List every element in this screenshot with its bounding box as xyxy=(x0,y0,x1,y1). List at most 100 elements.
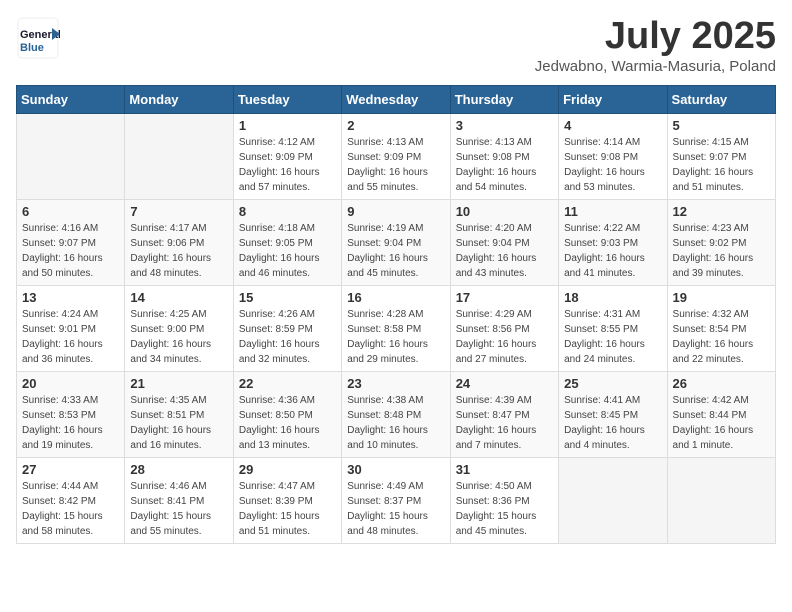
month-title: July 2025 xyxy=(535,16,776,58)
day-number: 27 xyxy=(22,462,119,477)
day-cell: 1Sunrise: 4:12 AM Sunset: 9:09 PM Daylig… xyxy=(233,113,341,199)
day-number: 21 xyxy=(130,376,227,391)
day-info: Sunrise: 4:35 AM Sunset: 8:51 PM Dayligh… xyxy=(130,393,227,453)
day-cell: 22 Sunrise: 4:36 AM Sunset: 8:50 PM Dayli… xyxy=(233,371,341,457)
day-number: 13 xyxy=(22,290,119,305)
day-number: 23 xyxy=(347,376,444,391)
day-cell: 5 Sunrise: 4:15 AM Sunset: 9:07 PM Daylig… xyxy=(667,113,775,199)
day-cell: 27 Sunrise: 4:44 AM Sunset: 8:42 PM Dayli… xyxy=(17,457,125,543)
day-cell xyxy=(559,457,667,543)
day-number: 28 xyxy=(130,462,227,477)
day-number: 24 xyxy=(456,376,553,391)
day-number: 7 xyxy=(130,204,227,219)
day-info: Sunrise: 4:39 AM Sunset: 8:47 PM Dayligh… xyxy=(456,393,553,453)
title-section: July 2025 Jedwabno, Warmia-Masuria, Pola… xyxy=(535,16,776,75)
day-number: 17 xyxy=(456,290,553,305)
day-cell: 17 Sunrise: 4:29 AM Sunset: 8:56 PM Dayli… xyxy=(450,285,558,371)
day-info: Sunrise: 4:49 AM Sunset: 8:37 PM Dayligh… xyxy=(347,479,444,539)
day-number: 31 xyxy=(456,462,553,477)
day-info: Sunrise: 4:28 AM Sunset: 8:58 PM Dayligh… xyxy=(347,307,444,367)
day-cell: 19 Sunrise: 4:32 AM Sunset: 8:54 PM Dayli… xyxy=(667,285,775,371)
day-info: Sunrise: 4:36 AM Sunset: 8:50 PM Dayligh… xyxy=(239,393,336,453)
day-cell: 23 Sunrise: 4:38 AM Sunset: 8:48 PM Dayli… xyxy=(342,371,450,457)
day-info: Sunrise: 4:33 AM Sunset: 8:53 PM Dayligh… xyxy=(22,393,119,453)
week-row-1: 1Sunrise: 4:12 AM Sunset: 9:09 PM Daylig… xyxy=(17,113,776,199)
day-info: Sunrise: 4:14 AM Sunset: 9:08 PM Dayligh… xyxy=(564,135,661,195)
day-number: 6 xyxy=(22,204,119,219)
day-info: Sunrise: 4:23 AM Sunset: 9:02 PM Dayligh… xyxy=(673,221,770,281)
day-info: Sunrise: 4:18 AM Sunset: 9:05 PM Dayligh… xyxy=(239,221,336,281)
weekday-header-sunday: Sunday xyxy=(17,85,125,113)
day-info: Sunrise: 4:15 AM Sunset: 9:07 PM Dayligh… xyxy=(673,135,770,195)
day-cell xyxy=(17,113,125,199)
day-info: Sunrise: 4:31 AM Sunset: 8:55 PM Dayligh… xyxy=(564,307,661,367)
day-cell: 31 Sunrise: 4:50 AM Sunset: 8:36 PM Dayli… xyxy=(450,457,558,543)
day-number: 16 xyxy=(347,290,444,305)
day-cell: 16 Sunrise: 4:28 AM Sunset: 8:58 PM Dayli… xyxy=(342,285,450,371)
day-number: 20 xyxy=(22,376,119,391)
day-cell: 25 Sunrise: 4:41 AM Sunset: 8:45 PM Dayli… xyxy=(559,371,667,457)
day-cell: 21 Sunrise: 4:35 AM Sunset: 8:51 PM Dayli… xyxy=(125,371,233,457)
day-info: Sunrise: 4:17 AM Sunset: 9:06 PM Dayligh… xyxy=(130,221,227,281)
day-number: 26 xyxy=(673,376,770,391)
day-cell: 6 Sunrise: 4:16 AM Sunset: 9:07 PM Daylig… xyxy=(17,199,125,285)
day-number: 22 xyxy=(239,376,336,391)
day-cell: 3Sunrise: 4:13 AM Sunset: 9:08 PM Daylig… xyxy=(450,113,558,199)
day-number: 14 xyxy=(130,290,227,305)
day-cell: 30Sunrise: 4:49 AM Sunset: 8:37 PM Dayli… xyxy=(342,457,450,543)
day-cell: 26 Sunrise: 4:42 AM Sunset: 8:44 PM Dayli… xyxy=(667,371,775,457)
day-cell: 4 Sunrise: 4:14 AM Sunset: 9:08 PM Daylig… xyxy=(559,113,667,199)
day-info: Sunrise: 4:46 AM Sunset: 8:41 PM Dayligh… xyxy=(130,479,227,539)
day-info: Sunrise: 4:41 AM Sunset: 8:45 PM Dayligh… xyxy=(564,393,661,453)
day-cell: 14 Sunrise: 4:25 AM Sunset: 9:00 PM Dayli… xyxy=(125,285,233,371)
day-info: Sunrise: 4:24 AM Sunset: 9:01 PM Dayligh… xyxy=(22,307,119,367)
day-info: Sunrise: 4:38 AM Sunset: 8:48 PM Dayligh… xyxy=(347,393,444,453)
weekday-header-monday: Monday xyxy=(125,85,233,113)
weekday-header-saturday: Saturday xyxy=(667,85,775,113)
day-info: Sunrise: 4:16 AM Sunset: 9:07 PM Dayligh… xyxy=(22,221,119,281)
day-info: Sunrise: 4:32 AM Sunset: 8:54 PM Dayligh… xyxy=(673,307,770,367)
day-cell: 11 Sunrise: 4:22 AM Sunset: 9:03 PM Dayli… xyxy=(559,199,667,285)
logo: General Blue xyxy=(16,16,64,60)
day-cell: 7 Sunrise: 4:17 AM Sunset: 9:06 PM Daylig… xyxy=(125,199,233,285)
day-info: Sunrise: 4:20 AM Sunset: 9:04 PM Dayligh… xyxy=(456,221,553,281)
day-number: 10 xyxy=(456,204,553,219)
day-cell: 29 Sunrise: 4:47 AM Sunset: 8:39 PM Dayli… xyxy=(233,457,341,543)
day-number: 29 xyxy=(239,462,336,477)
day-info: Sunrise: 4:44 AM Sunset: 8:42 PM Dayligh… xyxy=(22,479,119,539)
day-number: 19 xyxy=(673,290,770,305)
day-cell: 28 Sunrise: 4:46 AM Sunset: 8:41 PM Dayli… xyxy=(125,457,233,543)
weekday-header-row: SundayMondayTuesdayWednesdayThursdayFrid… xyxy=(17,85,776,113)
day-cell: 8 Sunrise: 4:18 AM Sunset: 9:05 PM Daylig… xyxy=(233,199,341,285)
logo-icon: General Blue xyxy=(16,16,60,60)
calendar-table: SundayMondayTuesdayWednesdayThursdayFrid… xyxy=(16,85,776,544)
day-cell xyxy=(667,457,775,543)
week-row-4: 20 Sunrise: 4:33 AM Sunset: 8:53 PM Dayli… xyxy=(17,371,776,457)
day-info: Sunrise: 4:42 AM Sunset: 8:44 PM Dayligh… xyxy=(673,393,770,453)
day-number: 8 xyxy=(239,204,336,219)
day-number: 9 xyxy=(347,204,444,219)
day-cell: 9Sunrise: 4:19 AM Sunset: 9:04 PM Daylig… xyxy=(342,199,450,285)
day-info: Sunrise: 4:50 AM Sunset: 8:36 PM Dayligh… xyxy=(456,479,553,539)
day-info: Sunrise: 4:29 AM Sunset: 8:56 PM Dayligh… xyxy=(456,307,553,367)
day-number: 12 xyxy=(673,204,770,219)
day-info: Sunrise: 4:25 AM Sunset: 9:00 PM Dayligh… xyxy=(130,307,227,367)
day-number: 1 xyxy=(239,118,336,133)
day-cell: 12 Sunrise: 4:23 AM Sunset: 9:02 PM Dayli… xyxy=(667,199,775,285)
day-cell: 20 Sunrise: 4:33 AM Sunset: 8:53 PM Dayli… xyxy=(17,371,125,457)
day-number: 4 xyxy=(564,118,661,133)
day-cell: 10 Sunrise: 4:20 AM Sunset: 9:04 PM Dayli… xyxy=(450,199,558,285)
day-info: Sunrise: 4:47 AM Sunset: 8:39 PM Dayligh… xyxy=(239,479,336,539)
day-number: 2 xyxy=(347,118,444,133)
location: Jedwabno, Warmia-Masuria, Poland xyxy=(535,58,776,75)
day-number: 5 xyxy=(673,118,770,133)
day-info: Sunrise: 4:13 AM Sunset: 9:08 PM Dayligh… xyxy=(456,135,553,195)
day-info: Sunrise: 4:22 AM Sunset: 9:03 PM Dayligh… xyxy=(564,221,661,281)
svg-text:Blue: Blue xyxy=(20,42,44,54)
day-cell: 15Sunrise: 4:26 AM Sunset: 8:59 PM Dayli… xyxy=(233,285,341,371)
week-row-3: 13 Sunrise: 4:24 AM Sunset: 9:01 PM Dayli… xyxy=(17,285,776,371)
day-number: 25 xyxy=(564,376,661,391)
day-number: 11 xyxy=(564,204,661,219)
day-number: 18 xyxy=(564,290,661,305)
weekday-header-wednesday: Wednesday xyxy=(342,85,450,113)
